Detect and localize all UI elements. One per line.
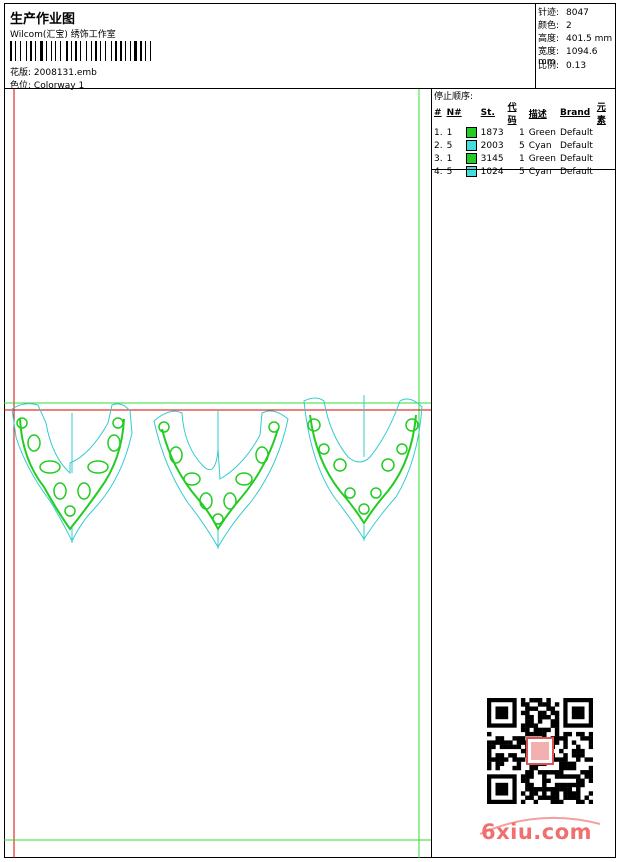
row-desc: Cyan [528, 140, 552, 151]
row-code: 5 [518, 140, 525, 151]
row-num: 2. [434, 140, 443, 151]
row-needle: 1 [446, 127, 453, 138]
file-name: 2008131.emb [33, 68, 97, 78]
design-canvas[interactable] [4, 89, 431, 858]
table-row: 2. 5 2003 5 Cyan Default [432, 139, 616, 152]
page-title: 生产作业图 [10, 12, 76, 27]
table-row: 3. 1 3145 1 Green Default [432, 152, 616, 165]
spec-value: 0.13 [566, 61, 587, 71]
table-header-row: # N# St. 代码 描述 Brand 元素 [432, 100, 616, 126]
table-row: 1. 1 1873 1 Green Default [432, 126, 616, 139]
panel-divider [432, 169, 616, 170]
spec-colors: 颜色: 2 [538, 18, 572, 31]
header: 生产作业图 Wilcom(汇宝) 绣饰工作室 花版: 2008131.emb 色… [4, 3, 616, 91]
color-swatch [465, 153, 477, 164]
spec-label: 针迹: [538, 8, 560, 18]
row-code: 1 [518, 127, 525, 138]
row-stitches: 3145 [480, 153, 504, 164]
spec-value: 2 [566, 21, 572, 31]
collar-motif-2 [153, 410, 289, 549]
watermark-text: 6xiu.com [481, 820, 593, 844]
col-header-stitches: St. [480, 108, 495, 118]
file-name-line: 花版: 2008131.emb [10, 65, 97, 78]
row-needle: 5 [446, 166, 453, 177]
col-header-color [464, 100, 479, 126]
row-num: 3. [434, 153, 443, 164]
barcode [10, 41, 154, 61]
collar-motif-3 [303, 395, 423, 541]
spec-label: 颜色: [538, 21, 560, 31]
row-stitches: 2003 [480, 140, 504, 151]
row-code: 1 [518, 153, 525, 164]
spec-value: 401.5 mm [566, 34, 613, 44]
row-swatch [464, 165, 479, 178]
row-code: 5 [518, 166, 525, 177]
color-swatch [465, 127, 477, 138]
col-header-needle: N# [446, 108, 462, 118]
row-swatch [464, 139, 479, 152]
stop-sequence-table: # N# St. 代码 描述 Brand 元素 1. 1 1873 1 Green Def… [432, 100, 616, 178]
company-name: Wilcom(汇宝) 绣饰工作室 [10, 30, 116, 40]
spec-label: 宽度: [538, 47, 560, 57]
row-brand: Default [559, 127, 593, 138]
row-brand: Default [559, 166, 593, 177]
embroidery-preview [4, 89, 431, 858]
row-brand: Default [559, 140, 593, 151]
file-label: 花版: [10, 68, 32, 78]
spec-stitches: 针迹: 8047 [538, 5, 589, 18]
col-header-brand: Brand [559, 108, 591, 118]
row-desc: Green [528, 127, 556, 138]
row-swatch [464, 126, 479, 139]
row-num: 1. [434, 127, 443, 138]
spec-label: 高度: [538, 34, 560, 44]
row-desc: Cyan [528, 166, 552, 177]
row-num: 4. [434, 166, 443, 177]
qr-code [487, 698, 594, 808]
table-row: 4. 5 1024 5 Cyan Default [432, 165, 616, 178]
col-header-element: 元素 [596, 103, 606, 126]
spec-value: 8047 [566, 8, 589, 18]
row-needle: 5 [446, 140, 453, 151]
color-swatch [465, 140, 477, 151]
col-header-desc: 描述 [528, 109, 547, 120]
spec-label: 比例: [538, 61, 560, 71]
collar-motif-1 [11, 403, 133, 543]
row-desc: Green [528, 153, 556, 164]
row-needle: 1 [446, 153, 453, 164]
color-swatch [465, 166, 477, 177]
row-brand: Default [559, 153, 593, 164]
spec-height: 高度: 401.5 mm [538, 31, 612, 44]
col-header-num: # [434, 108, 442, 118]
row-swatch [464, 152, 479, 165]
row-stitches: 1024 [480, 166, 504, 177]
col-header-code: 代码 [507, 103, 517, 126]
row-stitches: 1873 [480, 127, 504, 138]
specs-panel: 针迹: 8047 颜色: 2 高度: 401.5 mm 宽度: 1094.6 mm 比例… [535, 3, 616, 89]
spec-scale: 比例: 0.13 [538, 58, 586, 71]
